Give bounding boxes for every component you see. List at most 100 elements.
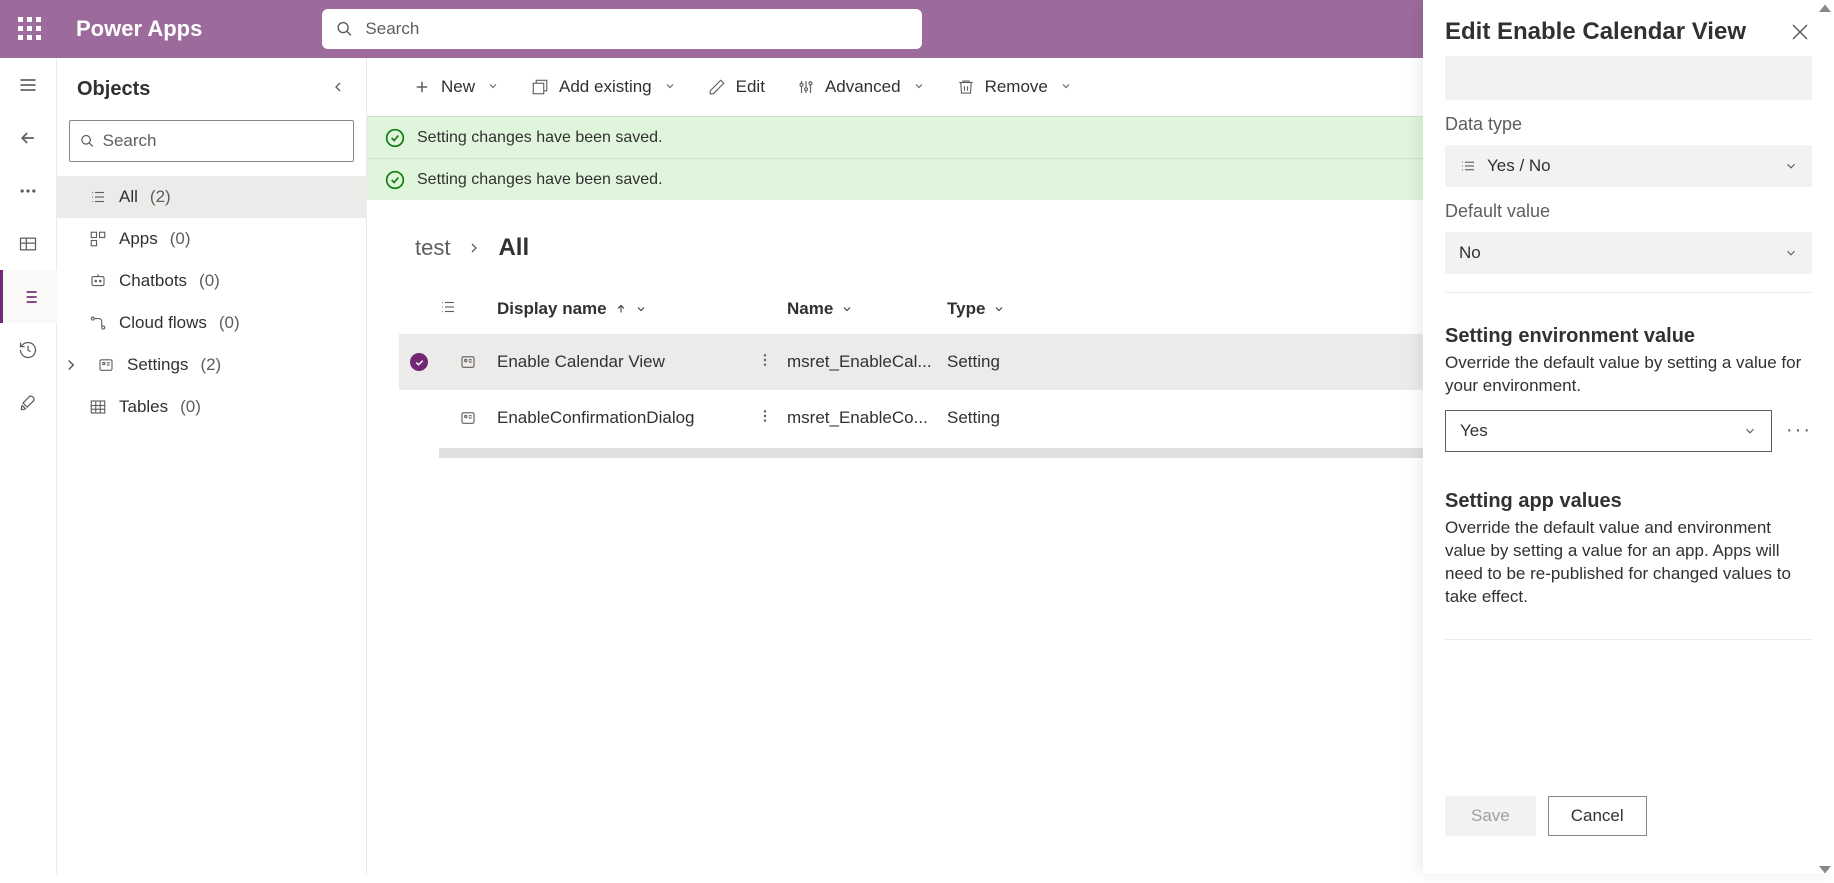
tree-label: Cloud flows (119, 313, 207, 333)
tree-count: (0) (170, 229, 191, 249)
row-type: Setting (947, 352, 1107, 372)
save-button: Save (1445, 796, 1536, 836)
data-type-field: Yes / No (1445, 145, 1812, 187)
more-icon[interactable] (0, 164, 57, 217)
back-icon[interactable] (0, 111, 57, 164)
flow-icon (89, 314, 107, 332)
edit-flyout: Edit Enable Calendar View Data type Yes … (1423, 0, 1834, 874)
edit-icon (708, 78, 726, 96)
scroll-up-icon[interactable] (1816, 0, 1834, 14)
tree-item-all[interactable]: All (2) (57, 176, 366, 218)
column-name[interactable]: Name (787, 299, 947, 319)
row-display-name: Enable Calendar View (497, 352, 757, 372)
tree-item-cloudflows[interactable]: Cloud flows (0) (57, 302, 366, 344)
check-circle-icon (385, 128, 405, 148)
edit-button[interactable]: Edit (694, 67, 779, 107)
collapse-panel-icon[interactable] (330, 79, 346, 100)
row-checkbox[interactable] (399, 353, 439, 371)
advanced-button[interactable]: Advanced (783, 67, 939, 107)
scroll-down-icon[interactable] (1816, 860, 1834, 874)
cancel-button[interactable]: Cancel (1548, 796, 1647, 836)
default-value-label: Default value (1445, 201, 1812, 222)
app-values-desc: Override the default value and environme… (1445, 517, 1812, 609)
env-value-dropdown[interactable]: Yes (1445, 410, 1772, 452)
check-circle-icon (385, 170, 405, 190)
tree-label: All (119, 187, 138, 207)
data-type-label: Data type (1445, 114, 1812, 135)
hamburger-icon[interactable] (0, 58, 57, 111)
plus-icon (413, 78, 431, 96)
objects-search-input[interactable] (103, 131, 343, 151)
chevron-down-icon (1784, 246, 1798, 260)
chevron-down-icon (662, 77, 676, 97)
app-launcher-icon[interactable] (12, 11, 48, 47)
breadcrumb-last: All (498, 234, 529, 262)
objects-panel: Objects All (2) Apps (0) Chatbots (0) Cl… (57, 58, 367, 874)
tree-item-tables[interactable]: Tables (0) (57, 386, 366, 428)
row-name: msret_EnableCal... (787, 352, 947, 372)
chevron-down-icon (1058, 77, 1072, 97)
advanced-icon (797, 78, 815, 96)
list-icon (89, 188, 107, 206)
chatbot-icon (89, 272, 107, 290)
chevron-down-icon (993, 303, 1005, 315)
tree-label: Settings (127, 355, 188, 375)
env-value-heading: Setting environment value (1445, 325, 1812, 348)
chevron-down-icon (841, 303, 853, 315)
list-sort-icon (439, 298, 457, 316)
search-icon (80, 133, 95, 149)
tree-label: Tables (119, 397, 168, 417)
env-value-desc: Override the default value by setting a … (1445, 352, 1812, 398)
row-more-icon[interactable] (757, 408, 787, 429)
tables-icon (89, 398, 107, 416)
row-name: msret_EnableCo... (787, 408, 947, 428)
remove-button[interactable]: Remove (943, 67, 1086, 107)
tree-label: Chatbots (119, 271, 187, 291)
objects-search[interactable] (69, 120, 354, 162)
history-icon[interactable] (0, 323, 57, 376)
setting-icon (439, 409, 497, 427)
chevron-down-icon (1784, 159, 1798, 173)
row-display-name: EnableConfirmationDialog (497, 408, 757, 428)
new-button[interactable]: New (399, 67, 513, 107)
more-icon[interactable]: ··· (1786, 419, 1812, 442)
add-existing-icon (531, 78, 549, 96)
tree-item-settings[interactable]: Settings (2) (57, 344, 366, 386)
chevron-down-icon (1743, 424, 1757, 438)
global-search[interactable] (322, 9, 922, 49)
column-type[interactable]: Type (947, 299, 1107, 319)
app-values-heading: Setting app values (1445, 490, 1812, 513)
column-display-name[interactable]: Display name (497, 299, 787, 319)
setting-icon (439, 353, 497, 371)
tree-count: (2) (200, 355, 221, 375)
close-icon[interactable] (1788, 20, 1812, 44)
left-rail (0, 58, 57, 874)
list-icon[interactable] (0, 270, 57, 323)
brand-title: Power Apps (76, 16, 202, 42)
table-icon[interactable] (0, 217, 57, 270)
chevron-right-icon[interactable] (61, 356, 81, 374)
default-value-field: No (1445, 232, 1812, 274)
flyout-title: Edit Enable Calendar View (1445, 18, 1746, 46)
name-field-disabled (1445, 56, 1812, 100)
tree-item-chatbots[interactable]: Chatbots (0) (57, 260, 366, 302)
global-search-input[interactable] (365, 19, 908, 39)
column-icon-header[interactable] (439, 298, 497, 321)
chevron-down-icon (911, 77, 925, 97)
tree-item-apps[interactable]: Apps (0) (57, 218, 366, 260)
apps-icon (89, 230, 107, 248)
rocket-icon[interactable] (0, 376, 57, 429)
chevron-down-icon (485, 77, 499, 97)
add-existing-button[interactable]: Add existing (517, 67, 690, 107)
objects-title: Objects (77, 78, 150, 101)
tree-label: Apps (119, 229, 158, 249)
tree-count: (2) (150, 187, 171, 207)
row-more-icon[interactable] (757, 352, 787, 373)
settings-item-icon (97, 356, 115, 374)
chevron-down-icon (635, 303, 647, 315)
tree-count: (0) (180, 397, 201, 417)
breadcrumb-first[interactable]: test (415, 235, 450, 261)
sort-up-icon (615, 303, 627, 315)
row-type: Setting (947, 408, 1107, 428)
trash-icon (957, 78, 975, 96)
